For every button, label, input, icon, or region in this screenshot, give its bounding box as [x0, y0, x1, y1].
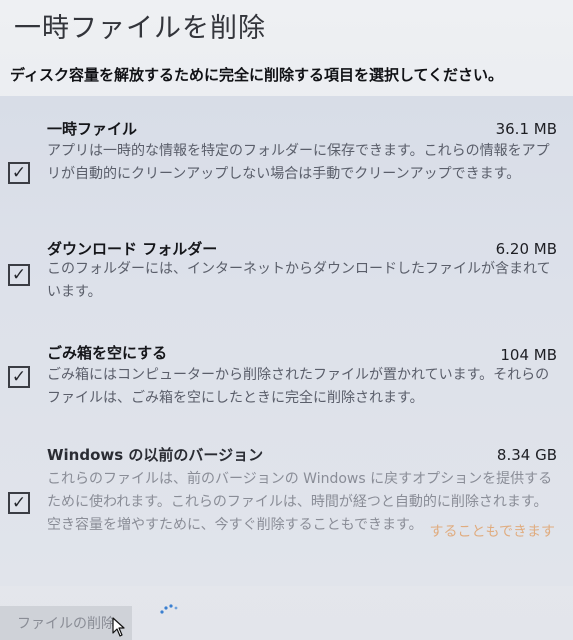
- list-item-recycle-bin[interactable]: ✓ ごみ箱を空にする 104 MB ごみ箱にはコンピューターから削除されたファイ…: [0, 336, 573, 416]
- previous-windows-checkbox[interactable]: ✓: [8, 492, 30, 514]
- item-description: このフォルダーには、インターネットからダウンロードしたファイルが含まれています。: [47, 261, 551, 300]
- checkmark-icon: ✓: [11, 162, 27, 183]
- list-item-previous-windows[interactable]: ✓ Windows の以前のバージョン 8.34 GB これらのファイルは、前の…: [0, 438, 573, 574]
- item-size: 8.34 GB: [496, 446, 557, 464]
- item-name: ごみ箱を空にする: [47, 344, 168, 362]
- loading-spinner-icon: [160, 604, 178, 614]
- item-name: 一時ファイル: [47, 120, 138, 138]
- downloads-folder-checkbox[interactable]: ✓: [8, 264, 30, 286]
- item-description: ごみ箱にはコンピューターから削除されたファイルが置かれています。それらのファイル…: [47, 367, 550, 406]
- mouse-pointer-icon: [112, 617, 125, 637]
- item-description: アプリは一時的な情報を特定のフォルダーに保存できます。これらの情報をアプリが自動…: [47, 143, 550, 182]
- item-size: 6.20 MB: [495, 240, 557, 258]
- item-size: 36.1 MB: [495, 120, 557, 138]
- list-item-downloads-folder[interactable]: ✓ ダウンロード フォルダー 6.20 MB このフォルダーには、インターネット…: [0, 230, 573, 310]
- recycle-bin-checkbox[interactable]: ✓: [8, 366, 30, 388]
- instruction-text: ディスク容量を解放するために完全に削除する項目を選択してください。: [10, 66, 504, 84]
- checkmark-icon: ✓: [11, 264, 27, 285]
- watermark-text: することもできます: [429, 524, 555, 540]
- cleanup-page: 一時ファイルを削除 ディスク容量を解放するために完全に削除する項目を選択してくだ…: [0, 0, 573, 640]
- temp-files-checkbox[interactable]: ✓: [8, 162, 30, 184]
- cleanup-item-list: ✓ 一時ファイル 36.1 MB アプリは一時的な情報を特定のフォルダーに保存で…: [0, 96, 573, 586]
- item-name: ダウンロード フォルダー: [47, 240, 218, 258]
- list-item-temp-files[interactable]: ✓ 一時ファイル 36.1 MB アプリは一時的な情報を特定のフォルダーに保存で…: [0, 110, 573, 214]
- checkmark-icon: ✓: [11, 492, 27, 513]
- item-size: 104 MB: [500, 346, 557, 364]
- item-name: Windows の以前のバージョン: [47, 446, 264, 464]
- checkmark-icon: ✓: [11, 366, 27, 387]
- page-title: 一時ファイルを削除: [14, 13, 266, 44]
